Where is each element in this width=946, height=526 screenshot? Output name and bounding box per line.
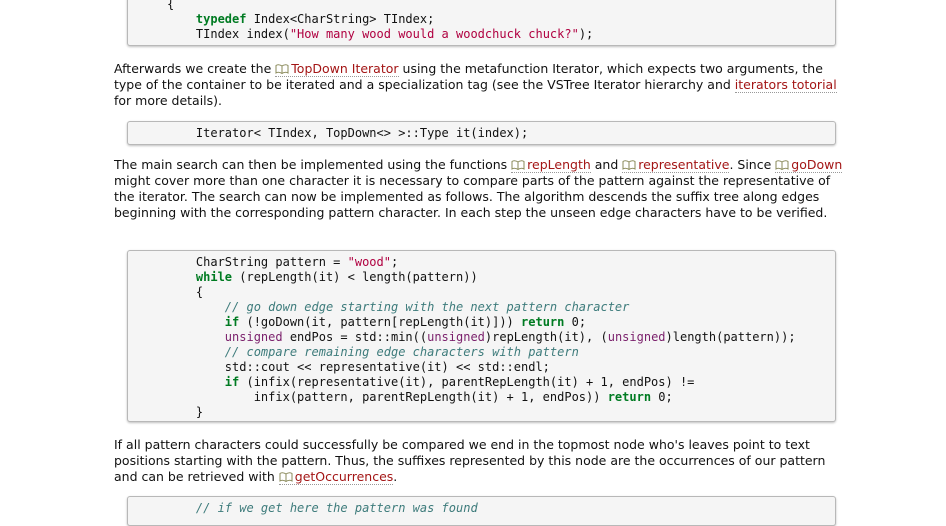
code-line: if (!goDown(it, pattern[repLength(it)]))… <box>167 315 835 330</box>
code-token: while <box>195 270 233 284</box>
code-token: // if we get here the pattern was found <box>195 501 478 515</box>
link-text: getOccurrences <box>294 469 394 484</box>
code-token: infix(pattern, parentRepLength(it) + 1, … <box>167 390 608 404</box>
book-icon <box>622 158 636 171</box>
code-line: Iterator< TIndex, TopDown<> >::Type it(i… <box>167 126 835 141</box>
text-run: Afterwards we create the <box>114 61 276 76</box>
code-token: (!goDown(it, pattern[repLength(it)])) <box>239 315 522 329</box>
code-token: 0; <box>651 390 673 404</box>
paragraph-main-search: The main search can then be implemented … <box>114 157 844 221</box>
code-token: // go down edge starting with the next p… <box>224 300 630 314</box>
text-run: might cover more than one character it i… <box>114 173 831 220</box>
code-token: unsigned <box>224 330 283 344</box>
code-line: if (infix(representative(it), parentRepL… <box>167 375 835 390</box>
code-token: ; <box>390 255 399 269</box>
code-line: infix(pattern, parentRepLength(it) + 1, … <box>167 390 835 405</box>
code-line: } <box>167 405 835 420</box>
code-token: TIndex index( <box>167 27 290 41</box>
code-token: (repLength(it) < length(pattern)) <box>232 270 478 284</box>
code-token: "wood" <box>347 255 391 269</box>
code-line: // compare remaining edge characters wit… <box>167 345 835 360</box>
link-getoccurrences[interactable]: getOccurrences <box>278 469 394 485</box>
code-token: { <box>167 285 204 299</box>
code-line: TIndex index("How many wood would a wood… <box>167 27 835 42</box>
link-representative[interactable]: representative <box>622 157 730 173</box>
text-run: The main search can then be implemented … <box>114 157 512 172</box>
book-icon <box>511 158 525 171</box>
code-token: unsigned <box>607 330 666 344</box>
code-line: std::cout << representative(it) << std::… <box>167 360 835 375</box>
link-text: TopDown Iterator <box>291 61 399 76</box>
code-token: typedef <box>195 12 247 26</box>
code-block-index: { typedef Index<CharString> TIndex; TInd… <box>127 0 836 46</box>
code-token: CharString pattern = <box>167 255 348 269</box>
code-token: endPos = std::min(( <box>282 330 428 344</box>
code-token: } <box>167 405 204 419</box>
book-icon <box>775 158 789 171</box>
text-run: and <box>590 157 623 172</box>
code-line: { <box>167 0 835 12</box>
code-token: if <box>224 375 240 389</box>
code-block-iterator: Iterator< TIndex, TopDown<> >::Type it(i… <box>127 121 836 145</box>
link-replength[interactable]: repLength <box>511 157 591 173</box>
code-token: std::cout << representative(it) << std::… <box>167 360 550 374</box>
code-block-found: // if we get here the pattern was found <box>127 496 836 526</box>
code-token: "How many wood would a woodchuck chuck?" <box>289 27 579 41</box>
paragraph-topdown-iterator: Afterwards we create the TopDown Iterato… <box>114 61 844 109</box>
text-run: . <box>393 469 398 484</box>
code-token: unsigned <box>427 330 485 344</box>
code-line: CharString pattern = "wood"; <box>167 255 835 270</box>
text-run: for more details). <box>114 93 223 108</box>
code-token: Index<CharString> TIndex; <box>246 12 435 26</box>
code-token: ); <box>578 27 594 41</box>
text-run: If all pattern characters could successf… <box>114 437 826 484</box>
code-token: )length(pattern)); <box>665 330 796 344</box>
code-block-search-loop: CharString pattern = "wood"; while (repL… <box>127 250 836 422</box>
link-text: repLength <box>527 157 591 172</box>
link-text: goDown <box>791 157 843 172</box>
link-text: iterators totorial <box>734 77 837 92</box>
code-token: return <box>521 315 565 329</box>
link-text: representative <box>638 157 730 172</box>
code-line: while (repLength(it) < length(pattern)) <box>167 270 835 285</box>
text-run: . Since <box>729 157 776 172</box>
code-token: if <box>224 315 240 329</box>
code-line: // go down edge starting with the next p… <box>167 300 835 315</box>
code-line: { <box>167 285 835 300</box>
code-line: typedef Index<CharString> TIndex; <box>167 12 835 27</box>
code-token: { <box>167 0 175 11</box>
code-token: return <box>607 390 652 404</box>
paragraph-occurrences: If all pattern characters could successf… <box>114 437 844 485</box>
link-godown[interactable]: goDown <box>775 157 843 173</box>
code-line: unsigned endPos = std::min((unsigned)rep… <box>167 330 835 345</box>
code-token: (infix(representative(it), parentRepLeng… <box>239 375 695 389</box>
code-token: // compare remaining edge characters wit… <box>224 345 579 359</box>
code-line: // if we get here the pattern was found <box>167 501 835 516</box>
code-token: 0; <box>564 315 587 329</box>
book-icon <box>279 470 293 483</box>
code-token: Iterator< TIndex, TopDown<> >::Type it(i… <box>167 126 529 140</box>
code-token: )repLength(it), ( <box>484 330 608 344</box>
link-iterators-totorial[interactable]: iterators totorial <box>734 77 837 93</box>
link-topdown-iterator[interactable]: TopDown Iterator <box>275 61 399 77</box>
book-icon <box>275 62 289 75</box>
